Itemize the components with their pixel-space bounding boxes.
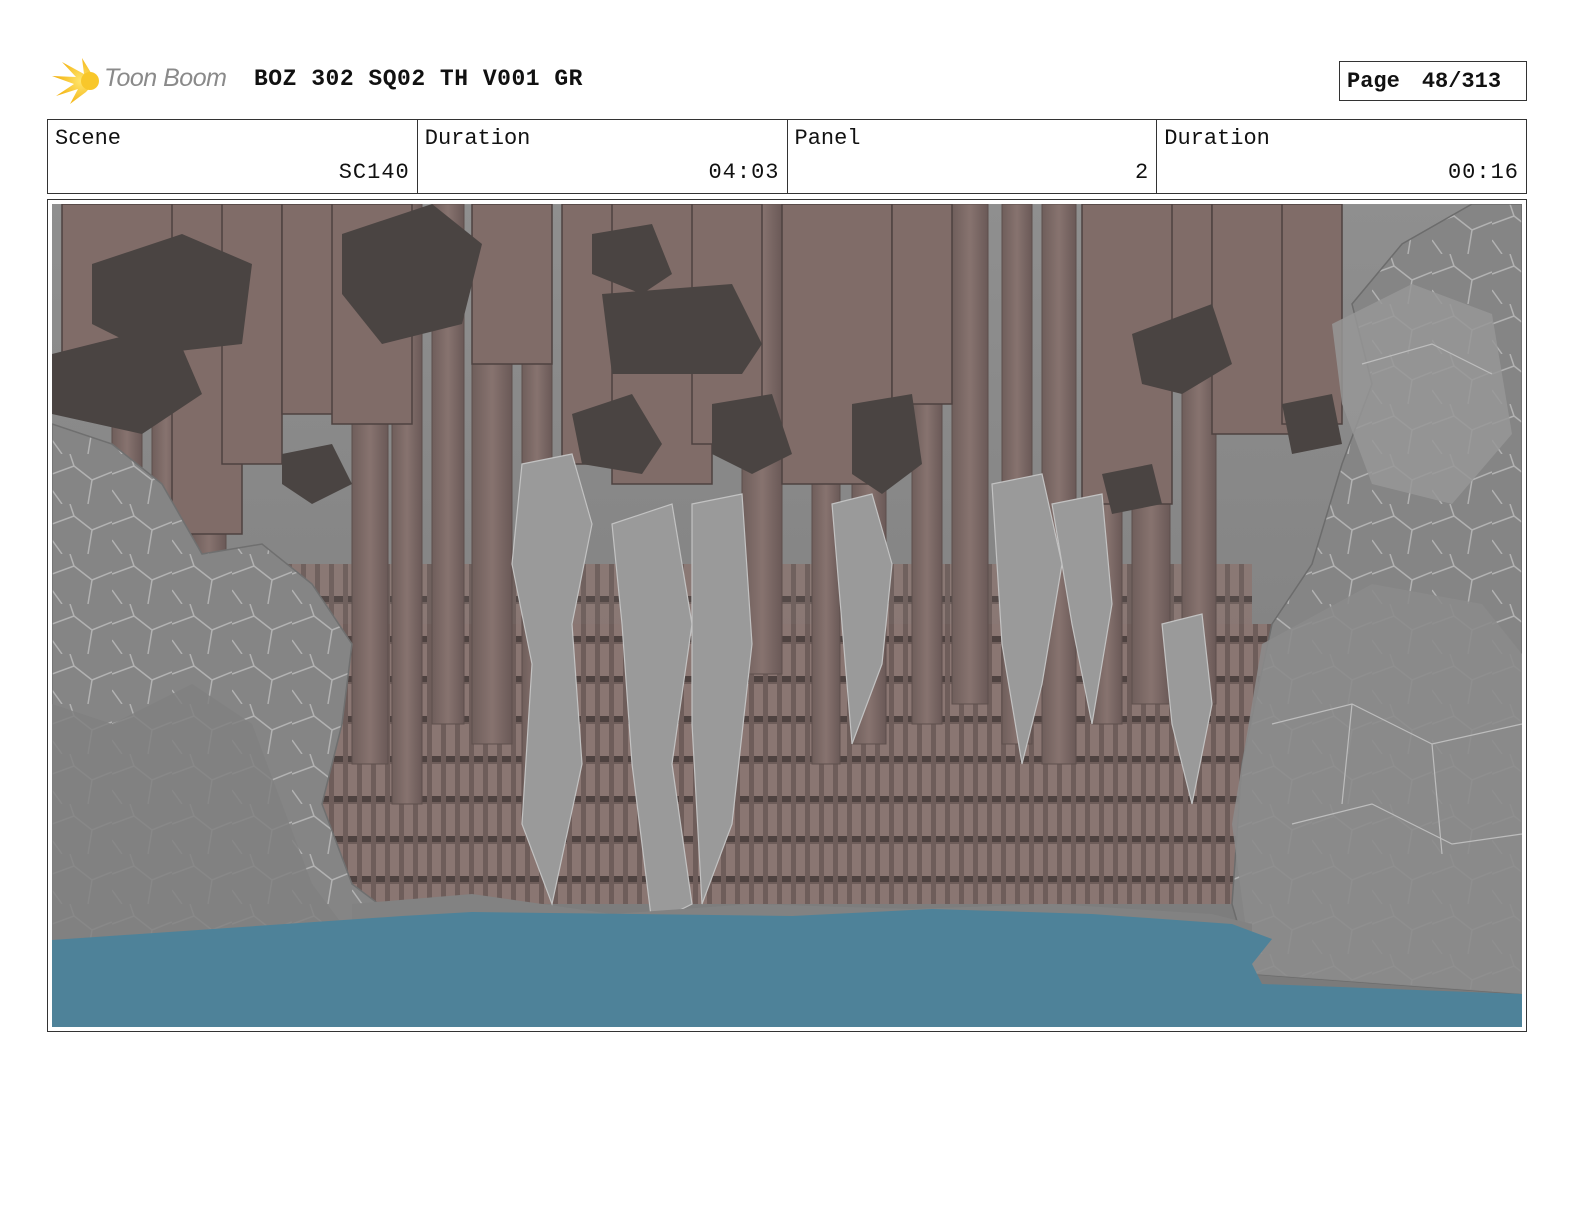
toon-boom-logo: Toon Boom xyxy=(52,56,242,106)
page-indicator: Page 48/313 xyxy=(1339,61,1527,101)
page-label: Page xyxy=(1347,68,1400,94)
logo-text: Toon Boom xyxy=(104,64,227,92)
page-number: 48/313 xyxy=(1421,68,1502,94)
scene-label: Scene xyxy=(55,126,122,151)
scene-info-table: Scene SC140 Duration 04:03 Panel 2 Durat… xyxy=(47,119,1527,194)
toon-boom-logo-icon xyxy=(52,58,99,104)
panel-value: 2 xyxy=(1135,160,1150,185)
scene-duration-cell: Duration 04:03 xyxy=(418,120,788,193)
scene-duration-value: 04:03 xyxy=(708,160,780,185)
panel-duration-value: 00:16 xyxy=(1447,160,1519,185)
panel-duration-label: Duration xyxy=(1164,126,1270,151)
panel-duration-cell: Duration 00:16 xyxy=(1157,120,1526,193)
panel-cell: Panel 2 xyxy=(788,120,1158,193)
panel-label: Panel xyxy=(794,126,861,151)
scene-duration-label: Duration xyxy=(424,126,531,151)
storyboard-panel-frame xyxy=(47,199,1527,1032)
scene-value: SC140 xyxy=(338,160,410,185)
cave-basalt-columns-illustration xyxy=(52,204,1522,1027)
document-title: BOZ 302 SQ02 TH V001 GR xyxy=(254,66,583,92)
scene-cell: Scene SC140 xyxy=(48,120,418,193)
storyboard-panel-image xyxy=(52,204,1522,1027)
